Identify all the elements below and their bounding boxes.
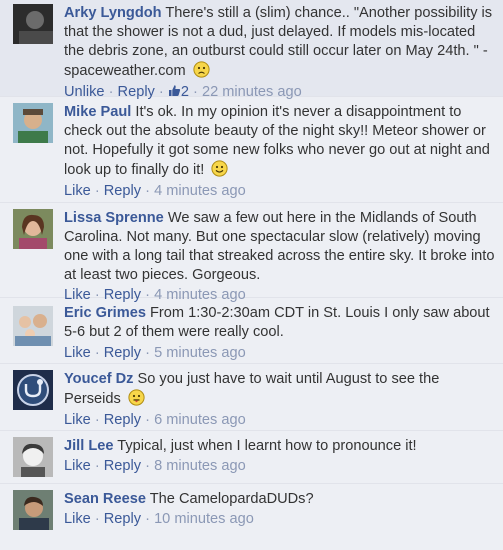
reply-link[interactable]: Reply [104, 458, 141, 474]
reply-link[interactable]: Reply [104, 345, 141, 361]
separator: · [141, 183, 155, 199]
avatar[interactable] [13, 4, 53, 44]
like-link[interactable]: Like [64, 345, 91, 361]
separator: · [90, 412, 104, 428]
comment-timestamp[interactable]: 5 minutes ago [154, 345, 246, 361]
comment-item: Eric Grimes From 1:30-2:30am CDT in St. … [0, 298, 503, 364]
avatar[interactable] [13, 103, 53, 143]
comment-text: The CamelopardaDUDs? [149, 491, 314, 507]
separator: · [141, 345, 155, 361]
comment-item: Lissa Sprenne We saw a few out here in t… [0, 203, 503, 303]
separator: · [90, 183, 104, 199]
avatar[interactable] [13, 490, 53, 530]
comment-item: Jill Lee Typical, just when I learnt how… [0, 431, 503, 484]
reply-link[interactable]: Reply [104, 183, 141, 199]
avatar[interactable] [13, 370, 53, 410]
comment-timestamp[interactable]: 8 minutes ago [154, 458, 246, 474]
tongue-face-icon [128, 389, 145, 406]
separator: · [141, 511, 155, 527]
comment-text: Typical, just when I learnt how to prono… [117, 438, 417, 454]
like-link[interactable]: Like [64, 183, 91, 199]
avatar[interactable] [13, 437, 53, 477]
reply-link[interactable]: Reply [104, 412, 141, 428]
sad-face-icon [193, 61, 210, 78]
comment-author[interactable]: Jill Lee [64, 438, 113, 454]
comment-author[interactable]: Sean Reese [64, 491, 146, 507]
separator: · [90, 458, 104, 474]
comment-author[interactable]: Lissa Sprenne [64, 210, 164, 226]
comment-author[interactable]: Youcef Dz [64, 371, 133, 387]
comment-item: Mike Paul It's ok. In my opinion it's ne… [0, 97, 503, 203]
reply-link[interactable]: Reply [104, 511, 141, 527]
comment-item: Arky Lyngdoh There's still a (slim) chan… [0, 0, 503, 100]
comment-timestamp[interactable]: 10 minutes ago [154, 511, 254, 527]
like-link[interactable]: Like [64, 511, 91, 527]
comment-timestamp[interactable]: 4 minutes ago [154, 183, 246, 199]
thumbs-up-icon[interactable] [168, 84, 181, 97]
like-link[interactable]: Like [64, 458, 91, 474]
avatar[interactable] [13, 209, 53, 249]
separator: · [90, 511, 104, 527]
separator: · [141, 412, 155, 428]
comment-author[interactable]: Eric Grimes [64, 305, 146, 321]
comment-author[interactable]: Arky Lyngdoh [64, 5, 162, 21]
avatar[interactable] [13, 306, 53, 346]
comment-item: Sean Reese The CamelopardaDUDs? Like · R… [0, 484, 503, 550]
comment-author[interactable]: Mike Paul [64, 104, 131, 120]
like-link[interactable]: Like [64, 412, 91, 428]
comment-timestamp[interactable]: 6 minutes ago [154, 412, 246, 428]
separator: · [141, 458, 155, 474]
separator: · [90, 345, 104, 361]
comment-list: Arky Lyngdoh There's still a (slim) chan… [0, 0, 503, 550]
comment-item: Youcef Dz So you just have to wait until… [0, 364, 503, 431]
smile-face-icon [211, 160, 229, 177]
